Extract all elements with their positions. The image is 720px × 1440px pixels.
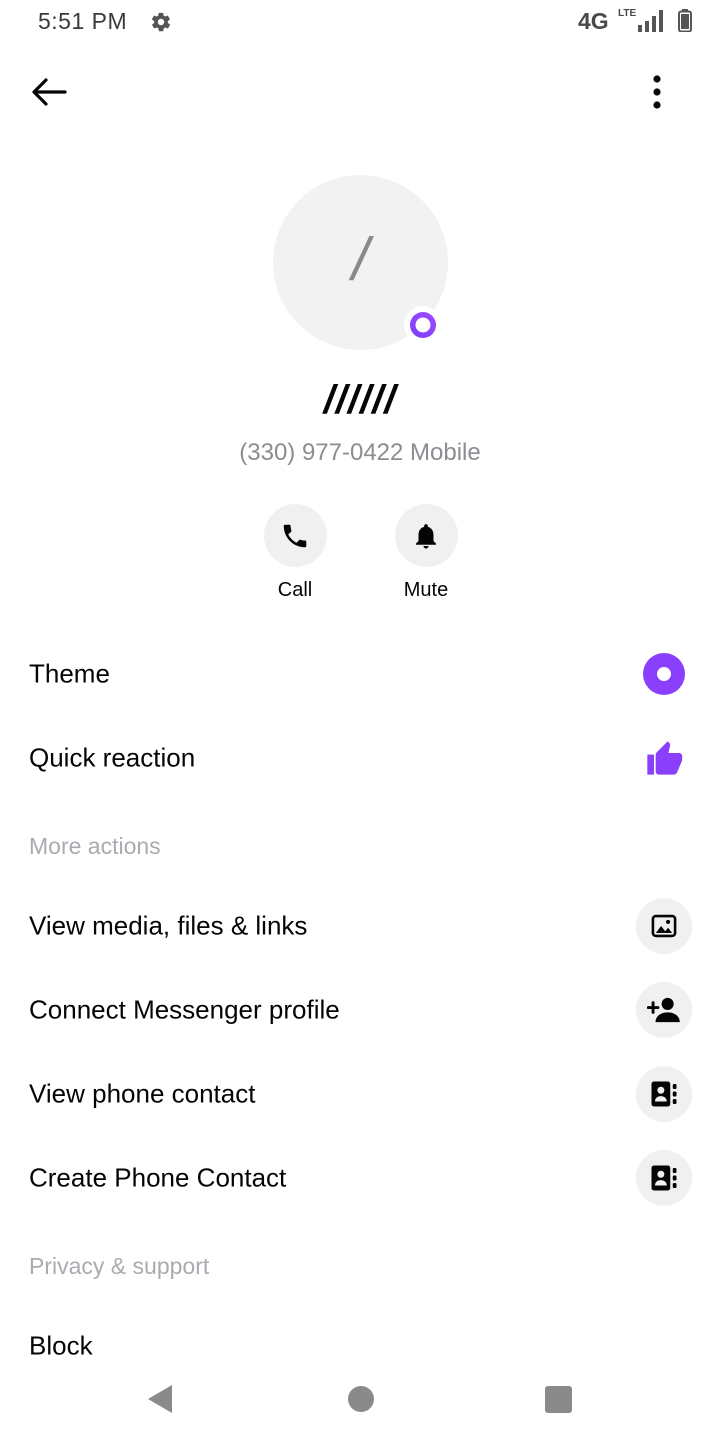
call-icon-circle[interactable] <box>263 504 327 567</box>
theme-row[interactable]: Theme <box>0 636 720 712</box>
messenger-badge-icon <box>404 306 442 344</box>
view-media-icon-circle <box>636 898 692 954</box>
theme-indicator <box>636 646 692 702</box>
status-bar: 5:51 PM 4G LTE <box>0 0 720 44</box>
theme-label: Theme <box>29 658 110 689</box>
profile-phone: (330) 977-0422 Mobile <box>239 439 481 466</box>
nav-back-icon[interactable] <box>146 1384 174 1414</box>
bell-icon <box>416 523 436 548</box>
contact-card-icon <box>651 1081 677 1107</box>
connect-messenger-row[interactable]: Connect Messenger profile <box>0 972 720 1048</box>
battery-icon <box>678 9 692 32</box>
connect-messenger-icon-circle <box>636 982 692 1038</box>
quick-reaction-row[interactable]: Quick reaction <box>0 720 720 796</box>
view-phone-contact-label: View phone contact <box>29 1078 256 1109</box>
navigation-bar <box>0 1368 720 1440</box>
mute-icon-circle[interactable] <box>394 504 458 567</box>
view-media-row[interactable]: View media, files & links <box>0 888 720 964</box>
arrow-left-icon <box>32 78 67 106</box>
block-label: Block <box>29 1330 93 1361</box>
image-icon <box>651 914 677 938</box>
signal-icon <box>638 10 663 32</box>
phone-icon <box>283 524 307 547</box>
thumbs-up-icon <box>647 741 683 775</box>
call-label: Call <box>277 579 313 601</box>
more-options-button[interactable] <box>638 70 676 114</box>
view-media-label: View media, files & links <box>29 910 308 941</box>
view-phone-contact-row[interactable]: View phone contact <box>0 1056 720 1132</box>
network-type: 4G <box>578 8 609 34</box>
mute-button[interactable]: Mute <box>376 504 476 602</box>
more-vertical-icon <box>653 75 661 109</box>
privacy-support-header: Privacy & support <box>29 1253 210 1279</box>
gear-icon <box>151 12 170 32</box>
create-phone-contact-label: Create Phone Contact <box>29 1162 287 1193</box>
connect-messenger-label: Connect Messenger profile <box>29 994 340 1025</box>
mute-label: Mute <box>403 579 449 601</box>
quick-reaction-indicator <box>636 730 692 786</box>
contact-card-icon <box>651 1165 677 1191</box>
network-lte: LTE <box>618 8 637 19</box>
create-phone-contact-icon-circle <box>636 1150 692 1206</box>
profile-name: ////// <box>323 378 397 422</box>
theme-color-icon <box>643 653 685 695</box>
more-actions-header: More actions <box>29 833 161 859</box>
create-phone-contact-row[interactable]: Create Phone Contact <box>0 1140 720 1216</box>
nav-home-icon[interactable] <box>348 1386 374 1412</box>
call-button[interactable]: Call <box>245 504 345 602</box>
avatar-initial: / <box>352 226 369 293</box>
add-person-icon <box>647 997 680 1023</box>
quick-reaction-label: Quick reaction <box>29 742 196 773</box>
back-button[interactable] <box>28 72 70 112</box>
view-phone-contact-icon-circle <box>636 1066 692 1122</box>
nav-recents-icon[interactable] <box>545 1386 572 1413</box>
status-time: 5:51 PM <box>38 8 128 34</box>
